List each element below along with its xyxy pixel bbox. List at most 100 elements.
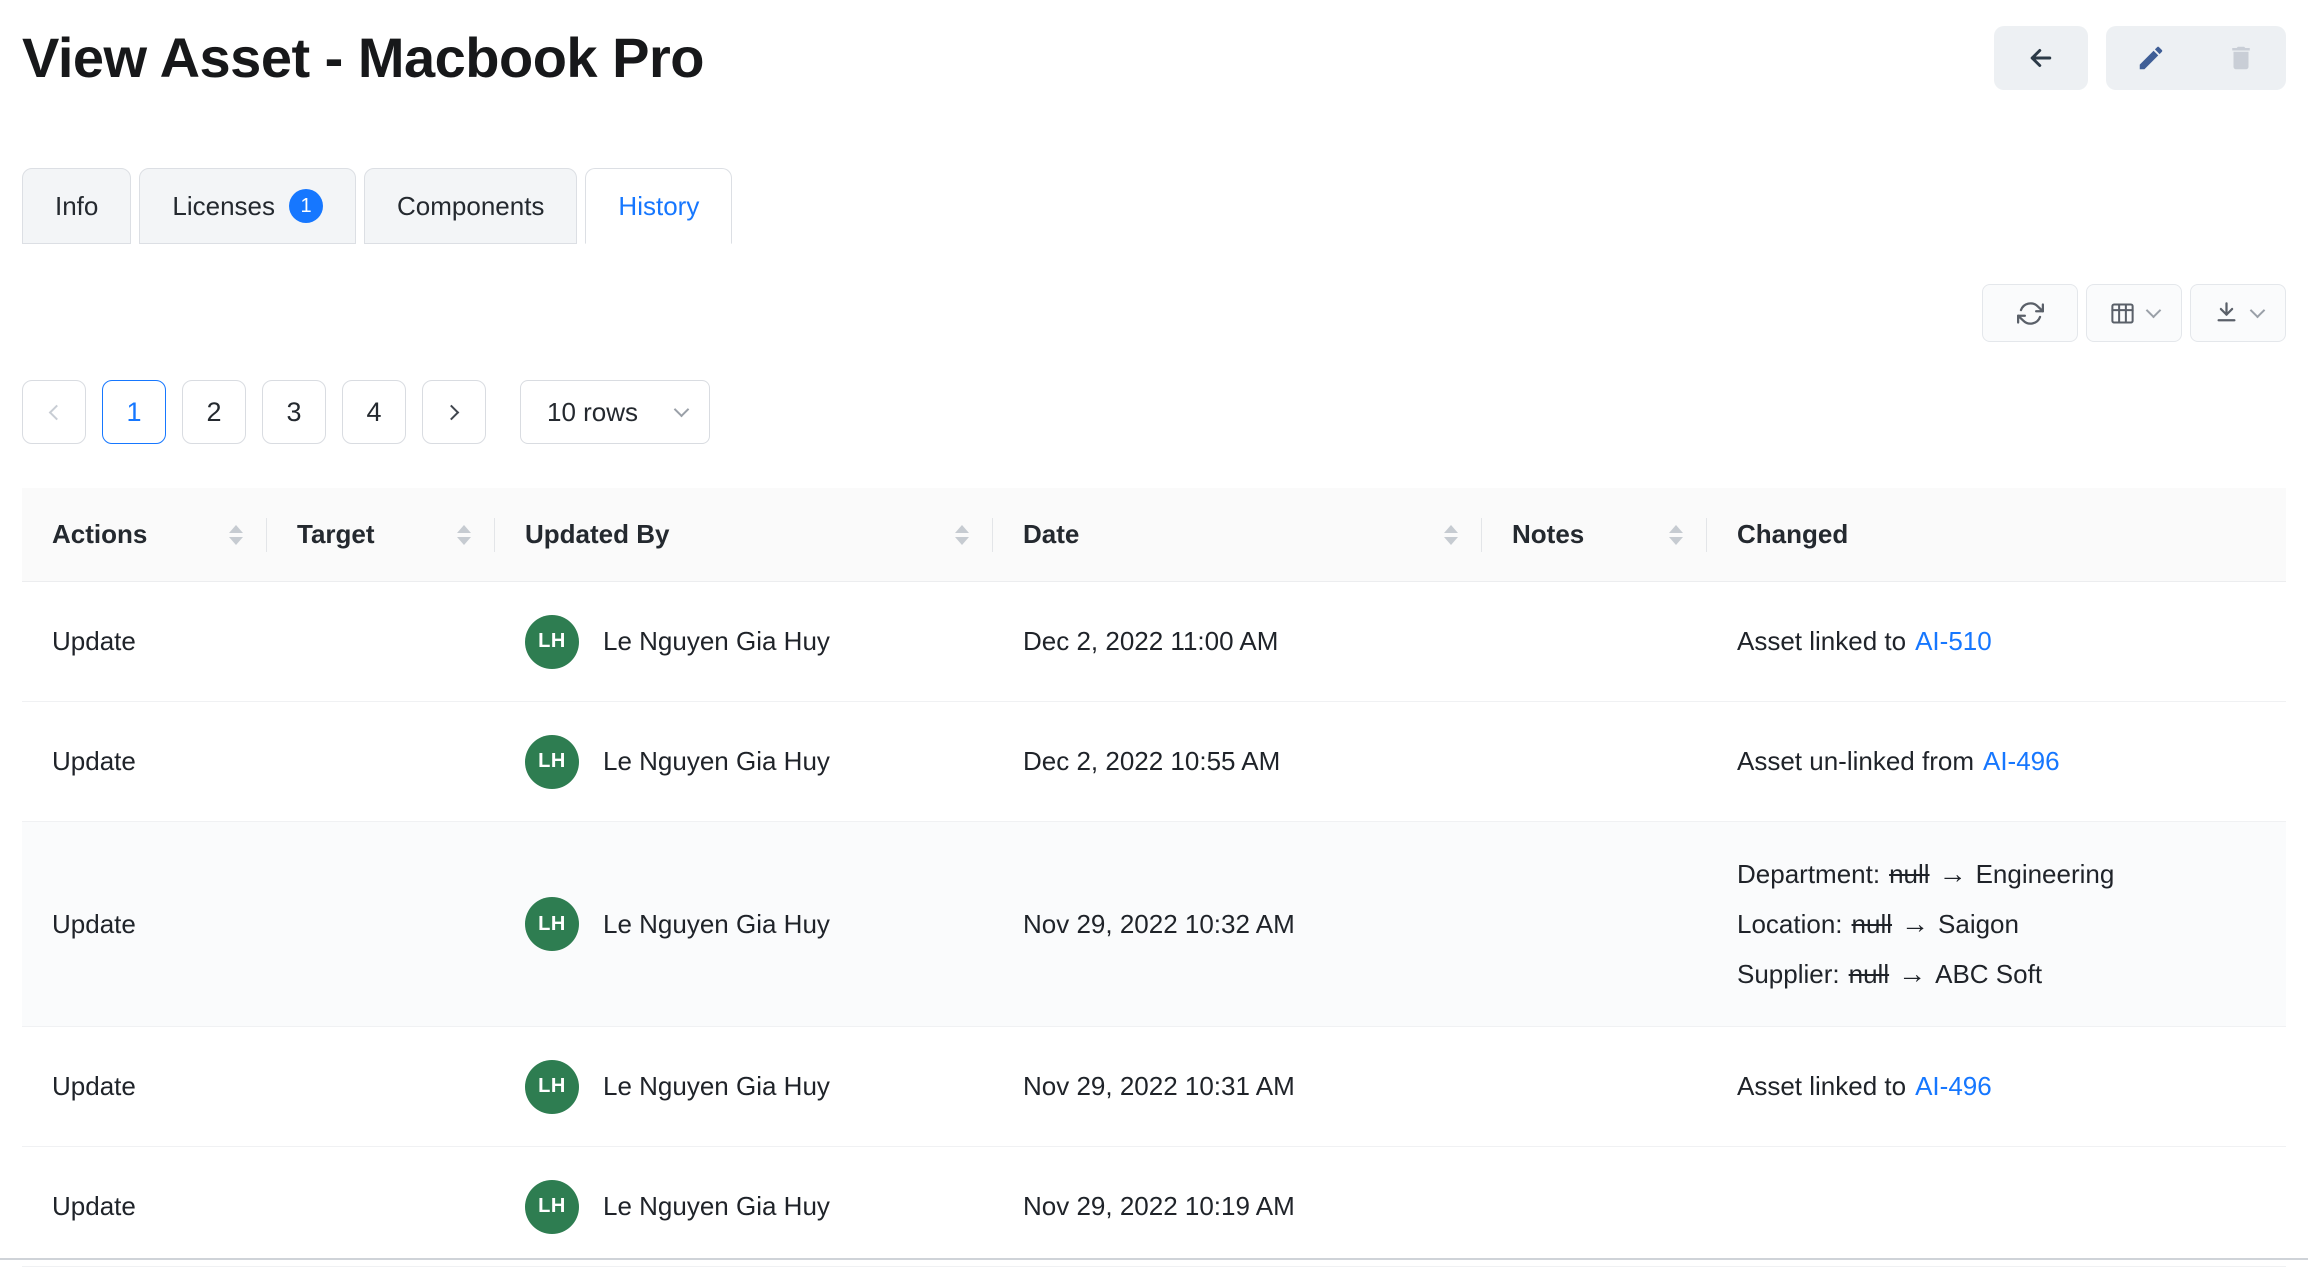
delete-button[interactable]: [2196, 26, 2286, 90]
table-row: Update LH Le Nguyen Gia Huy Dec 2, 2022 …: [22, 702, 2286, 822]
table-columns-icon: [2109, 300, 2136, 327]
avatar: LH: [525, 615, 579, 669]
updated-by-name: Le Nguyen Gia Huy: [603, 746, 830, 777]
table-row: Update LH Le Nguyen Gia Huy Nov 29, 2022…: [22, 1147, 2286, 1267]
tab-info[interactable]: Info: [22, 168, 131, 244]
date-cell: Dec 2, 2022 11:00 AM: [993, 626, 1482, 657]
sort-icon: [1444, 525, 1458, 545]
rows-per-page-select[interactable]: 10 rows: [520, 380, 710, 444]
page-4-button[interactable]: 4: [342, 380, 406, 444]
changed-cell: Asset un-linked from AI-496: [1707, 746, 2286, 777]
column-header-actions[interactable]: Actions: [22, 488, 267, 581]
changed-old-value: null: [1852, 899, 1892, 949]
updated-by-name: Le Nguyen Gia Huy: [603, 1071, 830, 1102]
sort-icon: [229, 525, 243, 545]
date-cell: Nov 29, 2022 10:31 AM: [993, 1071, 1482, 1102]
action-cell: Update: [22, 1071, 267, 1102]
page-header: View Asset - Macbook Pro: [22, 0, 2286, 92]
edit-delete-button-group: [2106, 26, 2286, 90]
table-header: Actions Target Updated By Date Notes Cha…: [22, 488, 2286, 582]
sort-icon: [955, 525, 969, 545]
tabs: Info Licenses 1 Components History: [22, 168, 2286, 244]
updated-by-name: Le Nguyen Gia Huy: [603, 1191, 830, 1222]
column-header-notes[interactable]: Notes: [1482, 488, 1707, 581]
tab-history[interactable]: History: [585, 168, 732, 244]
tab-licenses[interactable]: Licenses 1: [139, 168, 356, 244]
changed-text: Asset un-linked from: [1737, 746, 1974, 777]
pagination: 1 2 3 4 10 rows: [22, 380, 2286, 444]
export-button[interactable]: [2190, 284, 2286, 342]
next-page-button[interactable]: [422, 380, 486, 444]
left-arrow-icon: [2026, 43, 2056, 73]
avatar: LH: [525, 1060, 579, 1114]
sort-icon: [1669, 525, 1683, 545]
avatar: LH: [525, 735, 579, 789]
updated-by-cell: LH Le Nguyen Gia Huy: [495, 615, 993, 669]
changed-line: Location: null → Saigon: [1737, 899, 2019, 949]
history-table: Actions Target Updated By Date Notes Cha…: [22, 488, 2286, 1267]
asset-link[interactable]: AI-510: [1915, 626, 1992, 657]
tab-components-label: Components: [397, 191, 544, 222]
updated-by-cell: LH Le Nguyen Gia Huy: [495, 735, 993, 789]
tab-history-label: History: [618, 191, 699, 222]
updated-by-name: Le Nguyen Gia Huy: [603, 909, 830, 940]
changed-field: Location:: [1737, 899, 1843, 949]
changed-new-value: Saigon: [1938, 899, 2019, 949]
page-2-button[interactable]: 2: [182, 380, 246, 444]
column-header-updated-by[interactable]: Updated By: [495, 488, 993, 581]
changed-text: Asset linked to: [1737, 1071, 1906, 1102]
chevron-left-icon: [49, 405, 65, 421]
download-icon: [2213, 300, 2240, 327]
changed-cell: Asset linked to AI-510: [1707, 626, 2286, 657]
chevron-down-icon: [674, 402, 690, 418]
page: View Asset - Macbook Pro Info Licenses 1: [0, 0, 2308, 1267]
sync-arrows-icon: [2017, 300, 2044, 327]
page-1-button[interactable]: 1: [102, 380, 166, 444]
changed-line: Supplier: null → ABC Soft: [1737, 949, 2042, 999]
columns-button[interactable]: [2086, 284, 2182, 342]
action-cell: Update: [22, 1191, 267, 1222]
column-header-changed: Changed: [1707, 488, 2286, 581]
action-cell: Update: [22, 746, 267, 777]
changed-field: Supplier:: [1737, 949, 1840, 999]
refresh-button[interactable]: [1982, 284, 2078, 342]
action-cell: Update: [22, 626, 267, 657]
pencil-icon: [2136, 43, 2166, 73]
table-row: Update LH Le Nguyen Gia Huy Dec 2, 2022 …: [22, 582, 2286, 702]
changed-cell: Department: null → Engineering Location:…: [1707, 822, 2286, 1026]
chevron-right-icon: [444, 405, 460, 421]
table-toolbar: [22, 284, 2286, 342]
asset-link[interactable]: AI-496: [1983, 746, 2060, 777]
changed-old-value: null: [1849, 949, 1889, 999]
arrow-right-icon: →: [1901, 899, 1929, 949]
page-title: View Asset - Macbook Pro: [22, 24, 704, 92]
edit-button[interactable]: [2106, 26, 2196, 90]
asset-link[interactable]: AI-496: [1915, 1071, 1992, 1102]
action-cell: Update: [22, 909, 267, 940]
date-cell: Dec 2, 2022 10:55 AM: [993, 746, 1482, 777]
chevron-down-icon: [2146, 303, 2162, 319]
tab-components[interactable]: Components: [364, 168, 577, 244]
rows-per-page-value: 10 rows: [547, 397, 638, 428]
back-button[interactable]: [1994, 26, 2088, 90]
column-header-target[interactable]: Target: [267, 488, 495, 581]
prev-page-button[interactable]: [22, 380, 86, 444]
changed-cell: Asset linked to AI-496: [1707, 1071, 2286, 1102]
changed-field: Department:: [1737, 849, 1880, 899]
page-3-button[interactable]: 3: [262, 380, 326, 444]
table-row: Update LH Le Nguyen Gia Huy Nov 29, 2022…: [22, 822, 2286, 1027]
date-cell: Nov 29, 2022 10:19 AM: [993, 1191, 1482, 1222]
date-cell: Nov 29, 2022 10:32 AM: [993, 909, 1482, 940]
column-header-date[interactable]: Date: [993, 488, 1482, 581]
arrow-right-icon: →: [1898, 949, 1926, 999]
updated-by-cell: LH Le Nguyen Gia Huy: [495, 897, 993, 951]
sort-icon: [457, 525, 471, 545]
avatar: LH: [525, 897, 579, 951]
changed-new-value: Engineering: [1976, 849, 2115, 899]
table-row: Update LH Le Nguyen Gia Huy Nov 29, 2022…: [22, 1027, 2286, 1147]
tab-info-label: Info: [55, 191, 98, 222]
trash-icon: [2226, 43, 2256, 73]
updated-by-cell: LH Le Nguyen Gia Huy: [495, 1060, 993, 1114]
header-actions: [1994, 26, 2286, 90]
avatar: LH: [525, 1180, 579, 1234]
